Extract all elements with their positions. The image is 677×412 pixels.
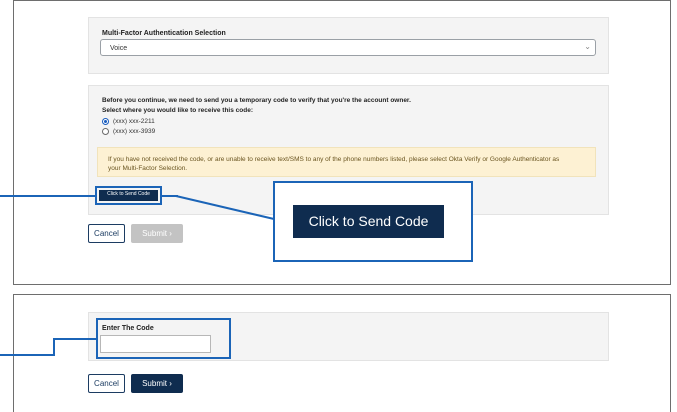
- code-connector-left: [0, 354, 55, 356]
- mfa-selection-label: Multi-Factor Authentication Selection: [102, 30, 226, 37]
- mfa-select-value: Voice: [110, 45, 128, 52]
- phone-option-label: (xxx) xxx-3939: [113, 128, 156, 135]
- left-connector-line: [0, 195, 95, 197]
- cancel-button[interactable]: Cancel: [88, 224, 125, 243]
- radio-checked-icon[interactable]: [102, 118, 109, 125]
- phone-option-label: (xxx) xxx-2211: [113, 118, 155, 125]
- enter-code-label: Enter The Code: [102, 325, 154, 332]
- chevron-down-icon: ⌄: [584, 42, 591, 51]
- notice-banner: If you have not received the code, or ar…: [97, 147, 596, 177]
- mfa-select[interactable]: Voice ⌄: [100, 39, 596, 56]
- phone-option-1[interactable]: (xxx) xxx-2211: [102, 118, 155, 125]
- code-input[interactable]: [100, 335, 211, 353]
- select-destination-label: Select where you would like to receive t…: [102, 107, 253, 114]
- radio-unchecked-icon[interactable]: [102, 128, 109, 135]
- phone-option-2[interactable]: (xxx) xxx-3939: [102, 128, 155, 135]
- intro-text: Before you continue, we need to send you…: [102, 97, 411, 104]
- submit-button-disabled[interactable]: Submit ›: [131, 224, 183, 243]
- send-code-button[interactable]: Click to Send Code: [99, 190, 158, 201]
- notice-line-2: your Multi-Factor Selection.: [108, 165, 188, 172]
- code-connector-horizontal: [53, 338, 96, 340]
- cancel-button[interactable]: Cancel: [88, 374, 125, 393]
- callout-connector-line: [175, 195, 275, 220]
- callout-send-code-button[interactable]: Click to Send Code: [293, 205, 444, 238]
- submit-button[interactable]: Submit ›: [131, 374, 183, 393]
- notice-line-1: If you have not received the code, or ar…: [108, 156, 560, 163]
